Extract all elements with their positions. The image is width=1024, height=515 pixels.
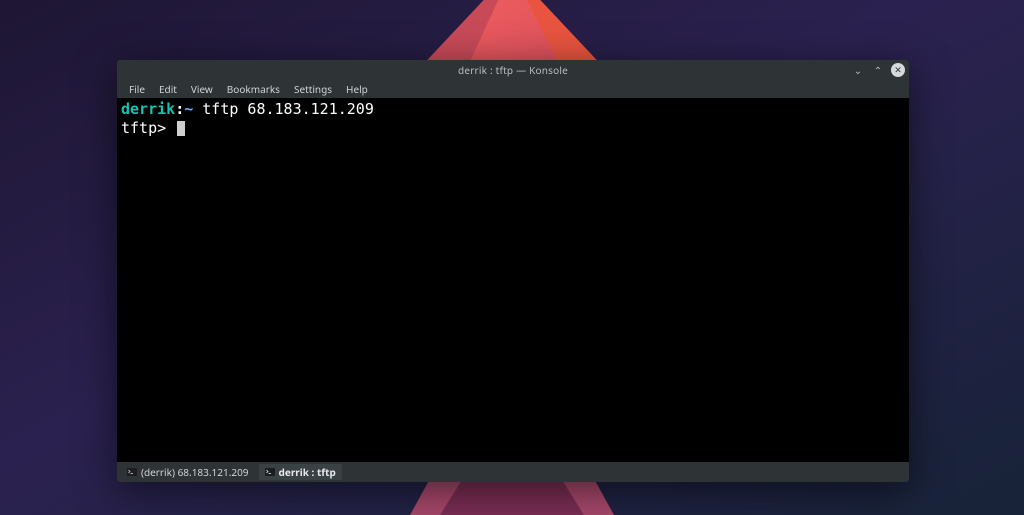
terminal-window: derrik : tftp — Konsole ⌄ ⌃ ✕ File Edit … <box>117 60 909 482</box>
menu-view[interactable]: View <box>185 80 219 98</box>
terminal-icon <box>127 467 137 477</box>
menu-bookmarks[interactable]: Bookmarks <box>221 80 286 98</box>
command-text: tftp 68.183.121.209 <box>193 100 374 118</box>
close-button[interactable]: ✕ <box>891 63 905 77</box>
window-titlebar[interactable]: derrik : tftp — Konsole ⌄ ⌃ ✕ <box>117 60 909 80</box>
prompt-separator: : <box>175 100 184 118</box>
menu-settings[interactable]: Settings <box>288 80 338 98</box>
menu-bar: File Edit View Bookmarks Settings Help <box>117 80 909 98</box>
tftp-prompt: tftp> <box>121 119 166 137</box>
tab-session-2[interactable]: derrik : tftp <box>259 464 342 480</box>
window-title: derrik : tftp — Konsole <box>458 63 568 77</box>
tab-label: (derrik) 68.183.121.209 <box>141 465 249 479</box>
window-controls: ⌄ ⌃ ✕ <box>851 60 905 80</box>
tab-label: derrik : tftp <box>279 465 336 479</box>
terminal-viewport[interactable]: derrik:~ tftp 68.183.121.209 tftp> <box>117 98 909 462</box>
menu-file[interactable]: File <box>123 80 151 98</box>
tab-bar: (derrik) 68.183.121.209 derrik : tftp <box>117 462 909 482</box>
cursor <box>177 121 185 136</box>
prompt-path: ~ <box>184 100 193 118</box>
menu-edit[interactable]: Edit <box>153 80 183 98</box>
minimize-button[interactable]: ⌄ <box>851 63 865 77</box>
menu-help[interactable]: Help <box>340 80 374 98</box>
terminal-icon <box>265 467 275 477</box>
tab-session-1[interactable]: (derrik) 68.183.121.209 <box>121 464 255 480</box>
maximize-button[interactable]: ⌃ <box>871 63 885 77</box>
prompt-user: derrik <box>121 100 175 118</box>
